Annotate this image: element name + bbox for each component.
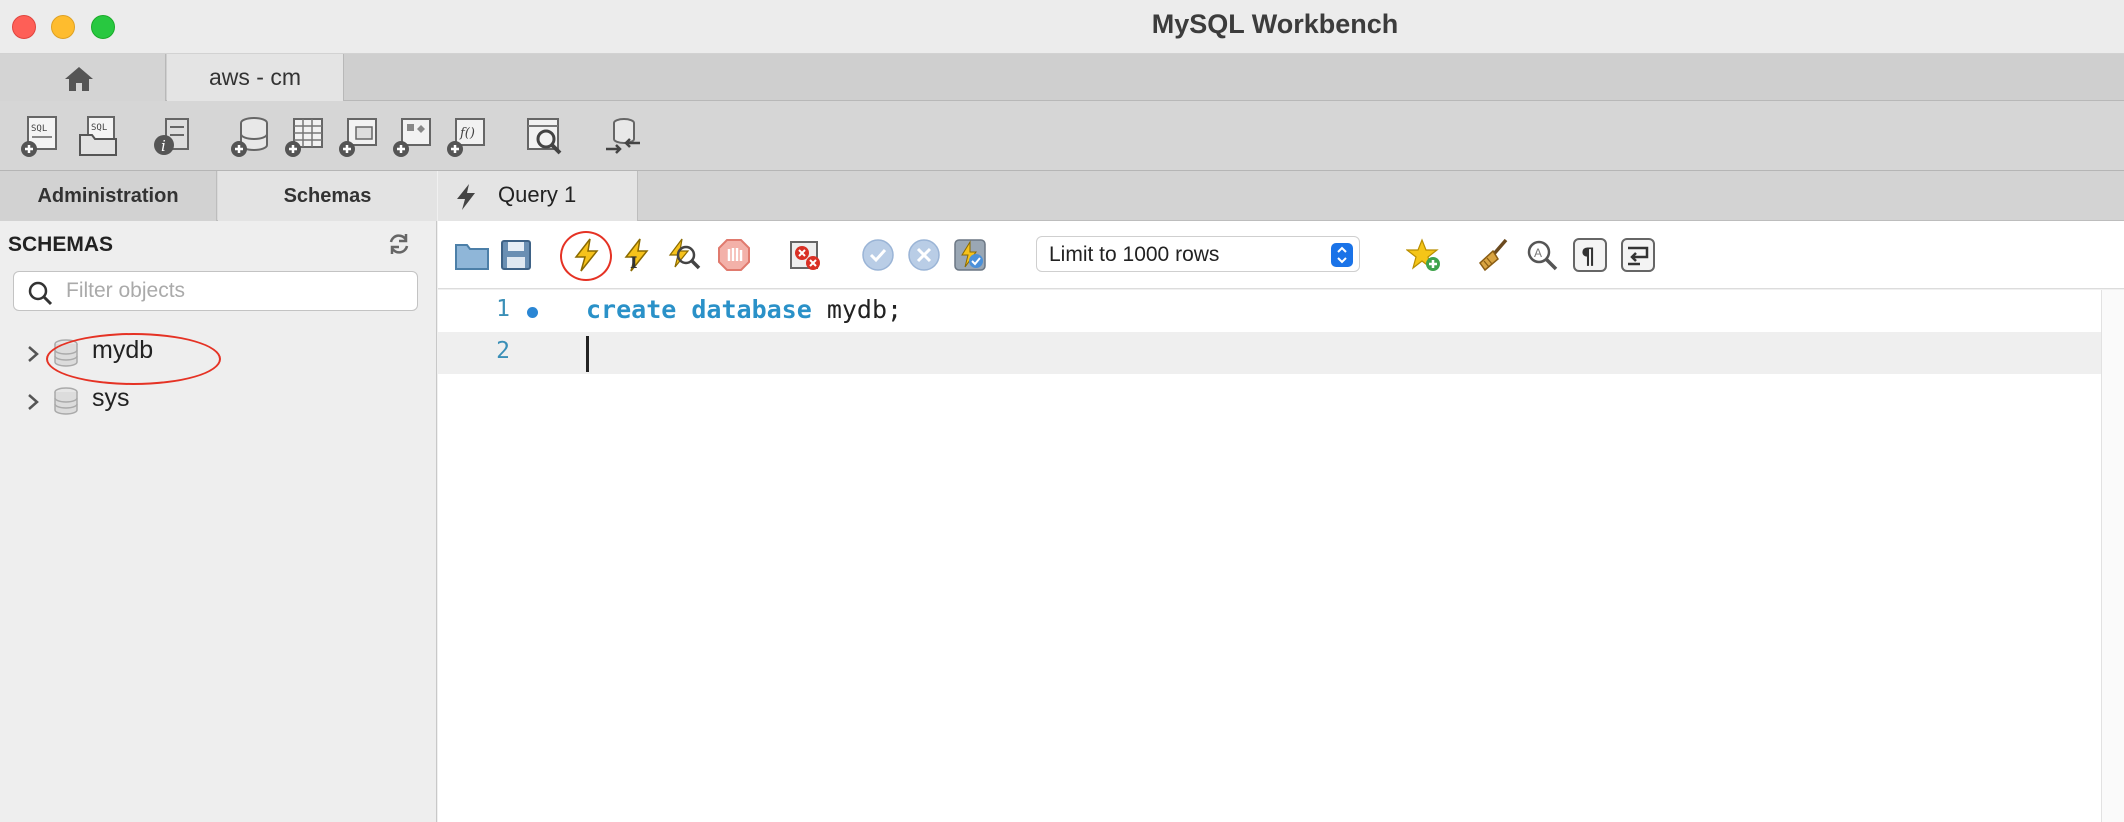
sql-editor[interactable]: 1 create database mydb; 2 xyxy=(438,290,2101,822)
schema-item-sys[interactable]: sys xyxy=(22,382,322,420)
create-procedure-icon[interactable] xyxy=(390,113,436,159)
query-tab-label: Query 1 xyxy=(498,182,577,207)
svg-text:¶: ¶ xyxy=(1581,245,1595,270)
server-info-icon[interactable]: i xyxy=(150,113,196,159)
editor-scrollbar[interactable] xyxy=(2101,290,2124,822)
execute-highlight-annotation xyxy=(560,231,612,281)
editor-line[interactable]: 1 create database mydb; xyxy=(438,290,2101,332)
text-caret xyxy=(586,336,589,372)
home-icon xyxy=(65,67,93,91)
toggle-continue-on-error-icon[interactable] xyxy=(788,237,824,273)
rollback-icon[interactable] xyxy=(906,237,942,273)
main-toolbar: SQL SQL i f() xyxy=(0,101,2124,171)
limit-rows-select[interactable]: Limit to 1000 rows xyxy=(1036,236,1360,272)
svg-text:A: A xyxy=(1534,246,1542,260)
svg-text:SQL: SQL xyxy=(31,124,47,134)
open-file-icon[interactable] xyxy=(454,237,490,273)
invisible-characters-icon[interactable]: ¶ xyxy=(1572,237,1608,273)
svg-text:i: i xyxy=(161,137,166,155)
minimize-window-button[interactable] xyxy=(51,15,75,39)
new-sql-tab-icon[interactable]: SQL xyxy=(18,113,64,159)
beautify-icon[interactable] xyxy=(1476,237,1512,273)
title-bar: MySQL Workbench xyxy=(0,0,2124,54)
schema-label: sys xyxy=(92,384,130,412)
find-icon[interactable]: A xyxy=(1524,237,1560,273)
sql-editor-toolbar: I Limit to 1000 rows A ¶ xyxy=(438,221,2124,289)
create-table-icon[interactable] xyxy=(282,113,328,159)
svg-text:SQL: SQL xyxy=(91,123,107,133)
home-tab[interactable] xyxy=(0,54,166,101)
sql-keyword: create database xyxy=(586,295,812,324)
explain-icon[interactable] xyxy=(666,237,702,273)
chevron-right-icon[interactable] xyxy=(26,392,40,412)
commit-icon[interactable] xyxy=(860,237,896,273)
tab-schemas[interactable]: Schemas xyxy=(218,171,437,221)
search-icon xyxy=(28,281,53,306)
line-number: 2 xyxy=(496,338,510,364)
svg-text:I: I xyxy=(630,253,637,272)
select-stepper-icon xyxy=(1331,243,1353,267)
sidebar: Administration Schemas SCHEMAS mydb xyxy=(0,171,437,822)
lightning-icon xyxy=(457,184,475,210)
add-snippet-icon[interactable] xyxy=(1406,237,1442,273)
limit-rows-label: Limit to 1000 rows xyxy=(1049,243,1220,266)
sql-text: mydb; xyxy=(811,295,903,324)
schemas-header: SCHEMAS xyxy=(8,233,114,256)
filter-objects-box xyxy=(13,271,418,311)
maximize-window-button[interactable] xyxy=(91,15,115,39)
chevron-right-icon[interactable] xyxy=(26,344,40,364)
refresh-icon[interactable] xyxy=(386,231,412,257)
filter-objects-input[interactable] xyxy=(66,276,406,306)
create-schema-icon[interactable] xyxy=(228,113,274,159)
tab-administration[interactable]: Administration xyxy=(0,171,217,221)
autocommit-icon[interactable] xyxy=(952,237,988,273)
tab-query-1[interactable]: Query 1 xyxy=(438,171,638,221)
open-sql-script-icon[interactable]: SQL xyxy=(76,113,122,159)
word-wrap-icon[interactable] xyxy=(1620,237,1656,273)
create-function-icon[interactable]: f() xyxy=(444,113,490,159)
stop-icon[interactable] xyxy=(716,237,752,273)
search-table-data-icon[interactable] xyxy=(522,113,568,159)
close-window-button[interactable] xyxy=(12,15,36,39)
connection-tab-aws-cm[interactable]: aws - cm xyxy=(167,54,344,101)
statement-marker-icon xyxy=(527,307,538,318)
window-title: MySQL Workbench xyxy=(1151,9,1399,39)
sidebar-tabs: Administration Schemas xyxy=(0,171,437,221)
query-tab-strip: Query 1 xyxy=(438,171,2124,221)
database-icon xyxy=(54,387,78,415)
create-view-icon[interactable] xyxy=(336,113,382,159)
save-file-icon[interactable] xyxy=(498,237,534,273)
svg-text:f(): f() xyxy=(459,126,475,141)
line-code: create database mydb; xyxy=(586,295,902,324)
mydb-highlight-annotation xyxy=(46,333,221,385)
execute-current-statement-icon[interactable]: I xyxy=(618,237,654,273)
line-number: 1 xyxy=(496,296,510,322)
editor-line-current[interactable]: 2 xyxy=(438,332,2101,374)
connection-tab-strip: aws - cm xyxy=(0,54,2124,101)
reconnect-icon[interactable] xyxy=(600,113,646,159)
